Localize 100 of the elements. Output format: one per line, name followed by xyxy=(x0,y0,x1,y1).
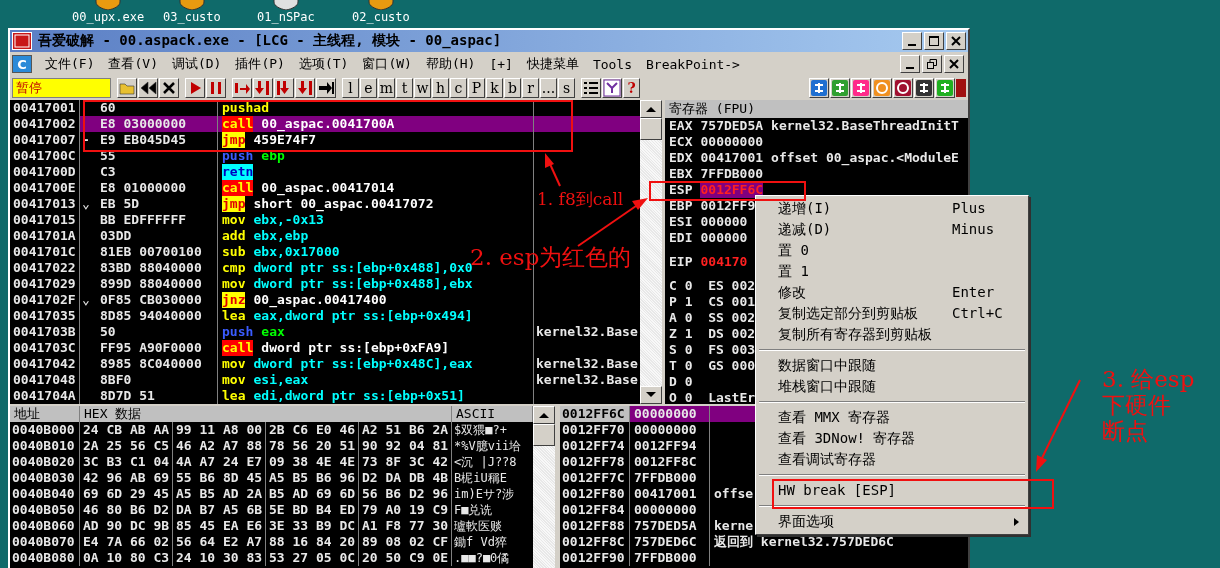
address-cell: 00417015 xyxy=(10,212,80,228)
mnemonic: pushad xyxy=(222,100,269,116)
value-cell: 0012FF94 xyxy=(630,438,710,454)
value-cell: 757DED5A xyxy=(630,518,710,534)
menu-item-label: 置 0 xyxy=(778,241,809,260)
mnemonic: call xyxy=(222,340,254,356)
hex-cell-text: 899D 88040000 xyxy=(99,276,202,292)
address-cell: 0012FF88 xyxy=(560,518,630,534)
register-comment: offset 00_aspac.<ModuleE xyxy=(771,150,959,166)
ascii-cell-text: im)Eサ?涉 xyxy=(453,486,516,502)
register-name: ESP xyxy=(669,182,693,198)
hex-cell-text: BB EDFFFFFF xyxy=(99,212,187,228)
hex-cell-text: EB 5D xyxy=(99,196,140,212)
hex-cell: 56 64 E2 A7 xyxy=(173,534,266,550)
mnemonic: push xyxy=(222,324,254,340)
hex-cell: 78 56 20 51 xyxy=(266,438,359,454)
hex-cell: A5 B5 B6 96 xyxy=(266,470,359,486)
mnemonic: sub xyxy=(222,244,246,260)
hex-cell: DA B7 A5 6B xyxy=(173,502,266,518)
shortcut-label: Minus xyxy=(952,220,995,239)
address-cell: 0012FF90 xyxy=(560,550,630,566)
operands: dword ptr ss:[ebp+0xFA9] xyxy=(261,340,450,356)
operands: dword ptr ss:[ebp+0x488],ebx xyxy=(253,276,473,292)
flag-line: D 0 xyxy=(669,374,693,390)
hex-cell-text: 50 xyxy=(99,324,116,340)
operands: eax xyxy=(261,324,285,340)
hex-cell-text: 83BD 88040000 xyxy=(99,260,202,276)
hex-cell: 2A 25 56 C5 xyxy=(80,438,173,454)
hex-cell: 24 CB AB AA xyxy=(80,422,173,438)
value-cell: 00000000 xyxy=(630,422,710,438)
ascii-cell-text: 瓐軟医赕 xyxy=(453,518,503,534)
hex-cell-text: E8 01000000 xyxy=(99,180,187,196)
hex-cell: 5E BD B4 ED xyxy=(266,502,359,518)
operands: ebx,ebp xyxy=(253,228,309,244)
menu-item-label: 堆栈窗口中跟随 xyxy=(778,377,876,396)
address-cell: 0041701C xyxy=(10,244,80,260)
operands: ebx,0x17000 xyxy=(253,244,340,260)
register-name: EBP xyxy=(669,198,693,214)
comment-cell: kerne xyxy=(714,518,754,533)
ascii-cell-text: $双猥■?+ xyxy=(453,422,508,438)
address-cell: 0041703B xyxy=(10,324,80,340)
hex-cell: 4A A7 24 E7 xyxy=(173,454,266,470)
address-cell: 0012FF70 xyxy=(560,422,630,438)
menu-item-label: HW break [ESP] xyxy=(778,481,896,500)
hex-cell: 24 10 30 83 xyxy=(173,550,266,566)
menu-item-label: 复制选定部分到剪贴板 xyxy=(778,304,918,323)
address-cell: 0012FF74 xyxy=(560,438,630,454)
menu-item-label: 查看 MMX 寄存器 xyxy=(778,408,891,427)
hex-cell: 42 96 AB 69 xyxy=(80,470,173,486)
value-cell: 0012FF8C xyxy=(630,454,710,470)
mnemonic: mov xyxy=(222,276,246,292)
shortcut-label: Plus xyxy=(952,199,986,218)
hex-cell: 85 45 EA E6 xyxy=(173,518,266,534)
hex-cell: 46 A2 A7 88 xyxy=(173,438,266,454)
hex-cell: 53 27 05 0C xyxy=(266,550,359,566)
hex-cell: 73 8F 3C 42 xyxy=(359,454,452,470)
operands: dword ptr ss:[ebp+0x48C],eax xyxy=(253,356,473,372)
shortcut-label: Enter xyxy=(952,283,995,302)
address-cell: 00417029 xyxy=(10,276,80,292)
mnemonic: mov xyxy=(222,372,246,388)
hex-cell-text: E8 03000000 xyxy=(99,116,187,132)
operands: ebp xyxy=(261,148,285,164)
address-cell: 0040B010 xyxy=(10,438,80,454)
annotation-text: 1. f8到call xyxy=(537,188,624,211)
jump-marker: ⌄ xyxy=(81,196,91,212)
operands: edi,dword ptr ss:[ebp+0x51] xyxy=(253,388,465,404)
address-cell: 0040B050 xyxy=(10,502,80,518)
operands: 00_aspac.00417014 xyxy=(261,180,395,196)
hex-cell-text: 03DD xyxy=(99,228,132,244)
hex-cell: 2B C6 E0 46 xyxy=(266,422,359,438)
register-name: EAX xyxy=(669,118,693,134)
address-cell: 0012FF84 xyxy=(560,502,630,518)
address-cell: 0040B020 xyxy=(10,454,80,470)
comment-cell: offse xyxy=(714,486,754,501)
operands: 00_aspac.0041700A xyxy=(261,116,395,132)
annotation-text: 3. 给esp 下硬件 断点 xyxy=(1102,366,1195,444)
address-cell: 0040B080 xyxy=(10,550,80,566)
address-cell: 0041703C xyxy=(10,340,80,356)
comment-cell: kernel32.Base xyxy=(536,372,638,387)
hex-cell: B5 AD 69 6D xyxy=(266,486,359,502)
menu-item-label: 递减(D) xyxy=(778,220,832,239)
operands: short 00_aspac.00417072 xyxy=(253,196,434,212)
shortcut-label: Ctrl+C xyxy=(952,304,1003,323)
address-cell: 00417013 xyxy=(10,196,80,212)
comment-cell: kernel32.Base xyxy=(536,324,638,339)
hex-cell: 09 38 4E 4E xyxy=(266,454,359,470)
hex-cell-text: FF95 A90F0000 xyxy=(99,340,202,356)
hex-cell-text: 8D85 94040000 xyxy=(99,308,202,324)
mnemonic: call xyxy=(222,116,254,132)
address-cell: 0012FF7C xyxy=(560,470,630,486)
address-cell: 0012FF8C xyxy=(560,534,630,550)
address-cell: 0012FF6C xyxy=(560,406,630,422)
hex-cell: A1 F8 77 30 xyxy=(359,518,452,534)
value-cell: 7FFDB000 xyxy=(630,470,710,486)
address-cell: 00417022 xyxy=(10,260,80,276)
register-comment: kernel32.BaseThreadInitT xyxy=(771,118,959,134)
address-cell: 00417042 xyxy=(10,356,80,372)
address-cell: 0040B040 xyxy=(10,486,80,502)
operands: 00_aspac.00417400 xyxy=(253,292,387,308)
hex-cell-text: 8985 8C040000 xyxy=(99,356,202,372)
